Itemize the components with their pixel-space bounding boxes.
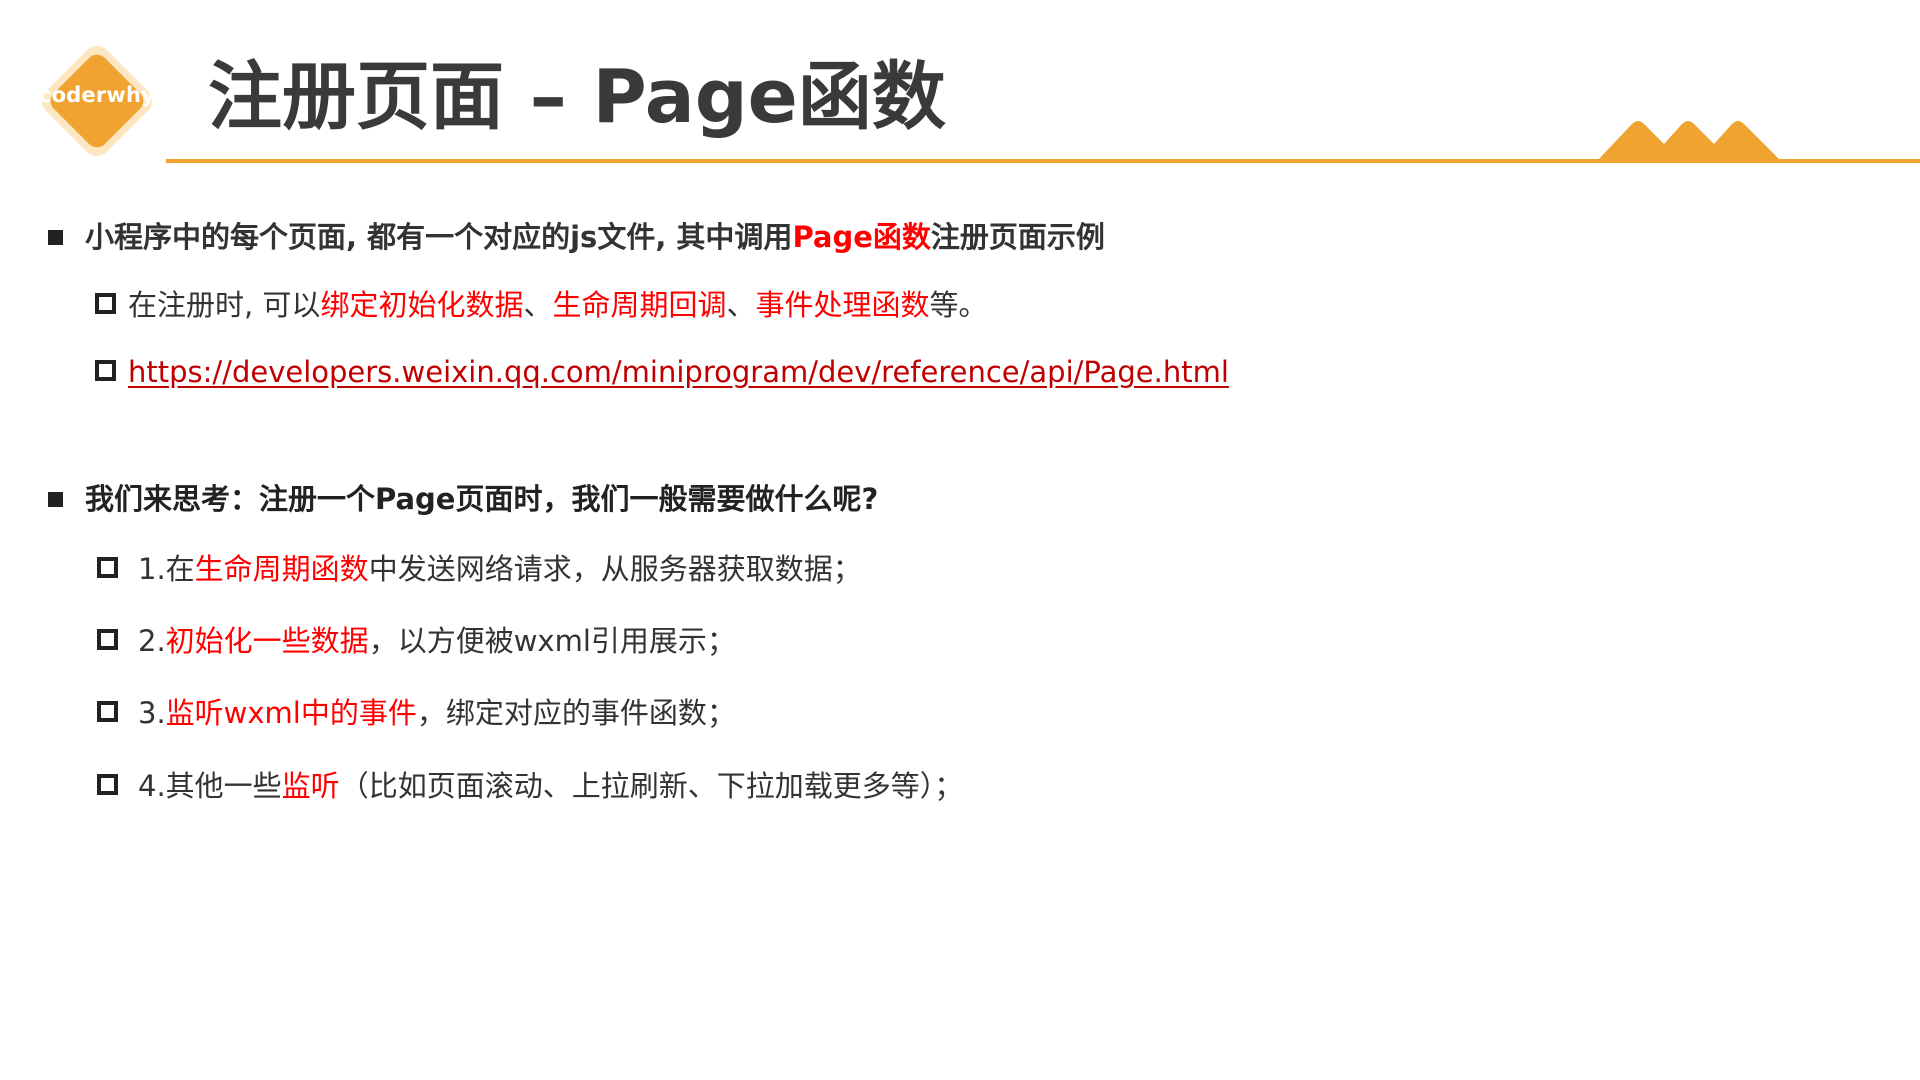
intro-sub-item: 在注册时, 可以绑定初始化数据、生命周期回调、事件处理函数等。 — [95, 282, 988, 328]
page-api-doc-link[interactable]: https://developers.weixin.qq.com/minipro… — [128, 355, 1229, 389]
page-title: 注册页面 – Page函数 — [208, 54, 946, 140]
intro-heading-text: 小程序中的每个页面, 都有一个对应的js文件, 其中调用 — [85, 220, 793, 254]
hollow-square-bullet-icon — [95, 360, 116, 381]
hollow-square-bullet-icon — [97, 557, 118, 578]
hollow-square-bullet-icon — [97, 701, 118, 722]
think-item-highlight: 监听 — [281, 769, 340, 803]
think-item-text: 1.在 — [138, 552, 195, 586]
hollow-square-bullet-icon — [97, 629, 118, 650]
hollow-square-bullet-icon — [95, 293, 116, 314]
think-item: 1.在生命周期函数中发送网络请求，从服务器获取数据； — [97, 546, 862, 592]
think-item: 4.其他一些监听（比如页面滚动、上拉刷新、下拉加载更多等）； — [97, 763, 963, 809]
think-item: 2.初始化一些数据，以方便被wxml引用展示； — [97, 618, 736, 664]
intro-heading-text-end: 注册页面示例 — [930, 220, 1105, 254]
think-heading: 我们来思考：注册一个Page页面时，我们一般需要做什么呢? — [48, 476, 878, 522]
think-item-highlight: 监听wxml中的事件 — [165, 696, 417, 730]
mountains-decoration-icon — [1596, 121, 1782, 162]
think-item-highlight: 生命周期函数 — [194, 552, 369, 586]
think-heading-text: 我们来思考：注册一个Page页面时，我们一般需要做什么呢? — [85, 482, 879, 516]
slide: coderwhy 注册页面 – Page函数 小程序中的每个页面, 都有一个对应… — [0, 0, 1920, 1080]
hollow-square-bullet-icon — [97, 774, 118, 795]
think-item-text: 2. — [138, 624, 166, 658]
sub-item-separator: 、 — [726, 288, 756, 322]
sub-item-highlight-lifecycle: 生命周期回调 — [552, 288, 727, 322]
think-item-highlight: 初始化一些数据 — [165, 624, 369, 658]
think-item-text-end: ，以方便被wxml引用展示； — [368, 624, 736, 658]
think-item-text-end: ，绑定对应的事件函数； — [416, 696, 736, 730]
sub-item-text-end: 等。 — [929, 288, 988, 322]
sub-item-highlight-events: 事件处理函数 — [755, 288, 930, 322]
think-item-text-end: （比如页面滚动、上拉刷新、下拉加载更多等）； — [339, 769, 964, 803]
intro-link-item: https://developers.weixin.qq.com/minipro… — [95, 349, 1229, 395]
intro-heading-highlight: Page函数 — [792, 220, 931, 254]
square-bullet-icon — [48, 492, 63, 507]
intro-heading: 小程序中的每个页面, 都有一个对应的js文件, 其中调用Page函数注册页面示例 — [48, 214, 1105, 260]
square-bullet-icon — [48, 230, 63, 245]
coderwhy-logo: coderwhy — [32, 37, 162, 165]
header-divider — [166, 159, 1920, 163]
think-item: 3.监听wxml中的事件，绑定对应的事件函数； — [97, 690, 736, 736]
sub-item-text: 在注册时, 可以 — [128, 288, 321, 322]
think-item-text: 3. — [138, 696, 166, 730]
logo-text: coderwhy — [38, 83, 156, 107]
sub-item-separator: 、 — [523, 288, 553, 322]
sub-item-highlight-data: 绑定初始化数据 — [320, 288, 524, 322]
think-item-text: 4.其他一些 — [138, 769, 282, 803]
think-item-text-end: 中发送网络请求，从服务器获取数据； — [368, 552, 862, 586]
